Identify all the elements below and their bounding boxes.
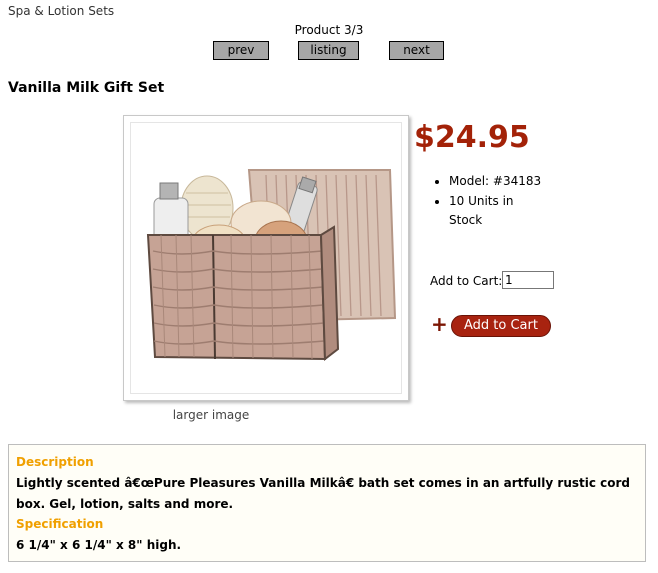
specification-text: 6 1/4" x 6 1/4" x 8" high. <box>16 538 182 552</box>
description-box: Description Lightly scented â€œPure Plea… <box>8 444 646 562</box>
product-image[interactable] <box>130 122 402 394</box>
specification-heading: Specification <box>16 517 104 531</box>
basket-gift-set-image <box>146 169 397 361</box>
product-title: Vanilla Milk Gift Set <box>8 80 165 96</box>
stock-count: 10 Units in Stock <box>449 192 549 231</box>
product-price: $24.95 <box>414 120 530 155</box>
breadcrumb-category[interactable]: Spa & Lotion Sets <box>8 4 114 18</box>
add-to-cart-button[interactable]: Add to Cart <box>451 315 551 337</box>
description-heading: Description <box>16 455 94 469</box>
plus-icon: + <box>431 312 448 336</box>
larger-image-link[interactable]: larger image <box>150 408 272 422</box>
listing-button[interactable]: listing <box>298 41 359 60</box>
product-counter: Product 3/3 <box>294 23 364 37</box>
model-number: Model: #34183 <box>449 172 549 192</box>
product-image-frame[interactable] <box>123 115 409 401</box>
product-details-list: Model: #34183 10 Units in Stock <box>431 172 549 231</box>
next-button[interactable]: next <box>389 41 444 60</box>
quantity-input[interactable] <box>502 271 554 289</box>
description-text: Lightly scented â€œPure Pleasures Vanill… <box>16 476 631 511</box>
add-to-cart-label: Add to Cart: <box>430 274 503 288</box>
prev-button[interactable]: prev <box>213 41 269 60</box>
